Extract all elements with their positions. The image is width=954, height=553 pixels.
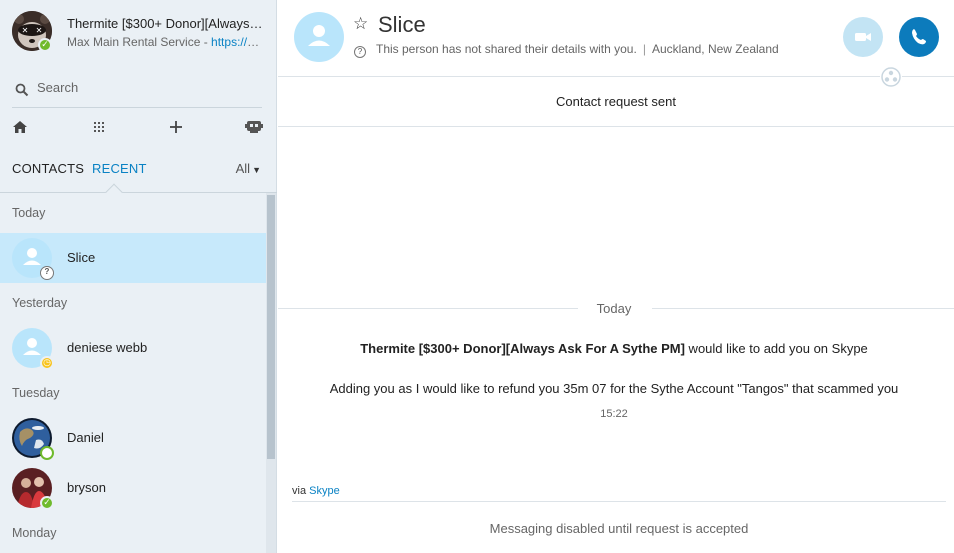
- contact-name: deniese webb: [67, 340, 148, 355]
- svg-text:✕: ✕: [22, 26, 29, 35]
- divider-line: [652, 308, 954, 309]
- mood-link[interactable]: https://sythe.org: [211, 35, 263, 49]
- profile-header[interactable]: ✕ ✕ ✓ Thermite [$300+ Donor][Always Ask …: [0, 0, 277, 68]
- search-box[interactable]: Search: [12, 76, 262, 108]
- search-input[interactable]: Search: [37, 80, 78, 95]
- tab-recent[interactable]: RECENT: [92, 161, 147, 176]
- contact-name: Slice: [67, 250, 96, 265]
- message-timestamp: 15:22: [600, 408, 628, 420]
- conversation-pane: ☆ Slice ? This person has not shared thei…: [278, 0, 954, 553]
- recent-item-daniel[interactable]: Daniel: [0, 413, 266, 463]
- group-label-today: Today: [12, 206, 46, 220]
- message-action: would like to add you on Skype: [684, 341, 868, 356]
- message-composer: Messaging disabled until request is acce…: [292, 501, 946, 553]
- online-status-icon: ✓: [38, 38, 52, 52]
- filter-dropdown[interactable]: All ▼: [236, 161, 261, 176]
- recent-item-bryson[interactable]: ✓ bryson: [0, 463, 266, 513]
- sidebar-scrollbar[interactable]: [266, 193, 276, 553]
- recent-item-slice[interactable]: ? Slice: [0, 233, 266, 283]
- contact-location: Auckland, New Zealand: [651, 42, 779, 56]
- offline-status-icon: [40, 446, 54, 460]
- audio-call-button[interactable]: [899, 17, 939, 57]
- bots-button[interactable]: [244, 118, 264, 138]
- add-icon: [170, 121, 182, 133]
- filter-label: All: [235, 161, 251, 176]
- mood-text: Max Main Rental Service -: [67, 35, 212, 49]
- dialpad-button[interactable]: [90, 118, 110, 138]
- message-sender[interactable]: Thermite [$300+ Donor][Always Ask For A …: [360, 341, 685, 356]
- person-icon: [308, 25, 330, 46]
- favorite-star-icon[interactable]: ☆: [353, 14, 368, 34]
- conversation-header: ☆ Slice ? This person has not shared thei…: [278, 0, 954, 77]
- request-status: Contact request sent: [556, 94, 676, 109]
- day-divider: Today: [278, 300, 954, 318]
- conversation-title: Slice: [378, 12, 426, 37]
- group-label-tuesday: Tuesday: [12, 386, 60, 400]
- group-label-yesterday: Yesterday: [12, 296, 68, 310]
- svg-text:✕: ✕: [36, 26, 43, 35]
- profile-name[interactable]: Thermite [$300+ Donor][Always Ask For A …: [67, 16, 263, 31]
- conversation-avatar[interactable]: [294, 12, 344, 62]
- tab-contacts[interactable]: CONTACTS: [12, 161, 84, 176]
- details-text: This person has not shared their details…: [376, 42, 637, 56]
- via-skype-link[interactable]: Skype: [309, 485, 340, 497]
- video-camera-icon: [855, 33, 871, 41]
- contact-name: Daniel: [67, 430, 104, 445]
- scrollbar-thumb[interactable]: [267, 195, 275, 459]
- sidebar-toolbar: [0, 113, 277, 143]
- composer-status: Messaging disabled until request is acce…: [489, 521, 749, 536]
- dialpad-icon: [94, 122, 104, 132]
- home-icon: [13, 121, 27, 133]
- add-button[interactable]: [167, 118, 187, 138]
- search-icon: [15, 83, 29, 97]
- via-label: via Skype: [292, 485, 340, 497]
- chevron-down-icon: ▼: [252, 165, 261, 175]
- recent-item-deniese-webb[interactable]: ◷ deniese webb: [0, 323, 266, 373]
- recent-list: Today ? Slice Yesterday ◷ deniese webb T…: [0, 193, 266, 553]
- group-label-monday: Monday: [12, 526, 57, 540]
- phone-icon: [912, 29, 926, 45]
- question-icon: ?: [354, 46, 366, 58]
- profile-mood: Max Main Rental Service - https://sythe.…: [67, 35, 263, 49]
- separator: |: [642, 42, 646, 56]
- via-prefix: via: [292, 485, 310, 497]
- contact-tabs: CONTACTS RECENT All ▼: [0, 155, 277, 201]
- contact-details: ? This person has not shared their detail…: [354, 42, 779, 58]
- online-status-icon: ✓: [40, 496, 54, 510]
- bot-icon: [245, 121, 263, 133]
- contact-name: bryson: [67, 480, 107, 495]
- away-status-icon: ◷: [40, 356, 54, 370]
- home-button[interactable]: [11, 118, 31, 138]
- unknown-status-icon: ?: [40, 266, 54, 280]
- message-body: Adding you as I would like to refund you…: [329, 381, 899, 396]
- contact-request-banner: Contact request sent: [278, 77, 954, 127]
- video-call-button[interactable]: [843, 17, 883, 57]
- request-message: Thermite [$300+ Donor][Always Ask For A …: [278, 341, 950, 356]
- sidebar: ✕ ✕ ✓ Thermite [$300+ Donor][Always Ask …: [0, 0, 277, 553]
